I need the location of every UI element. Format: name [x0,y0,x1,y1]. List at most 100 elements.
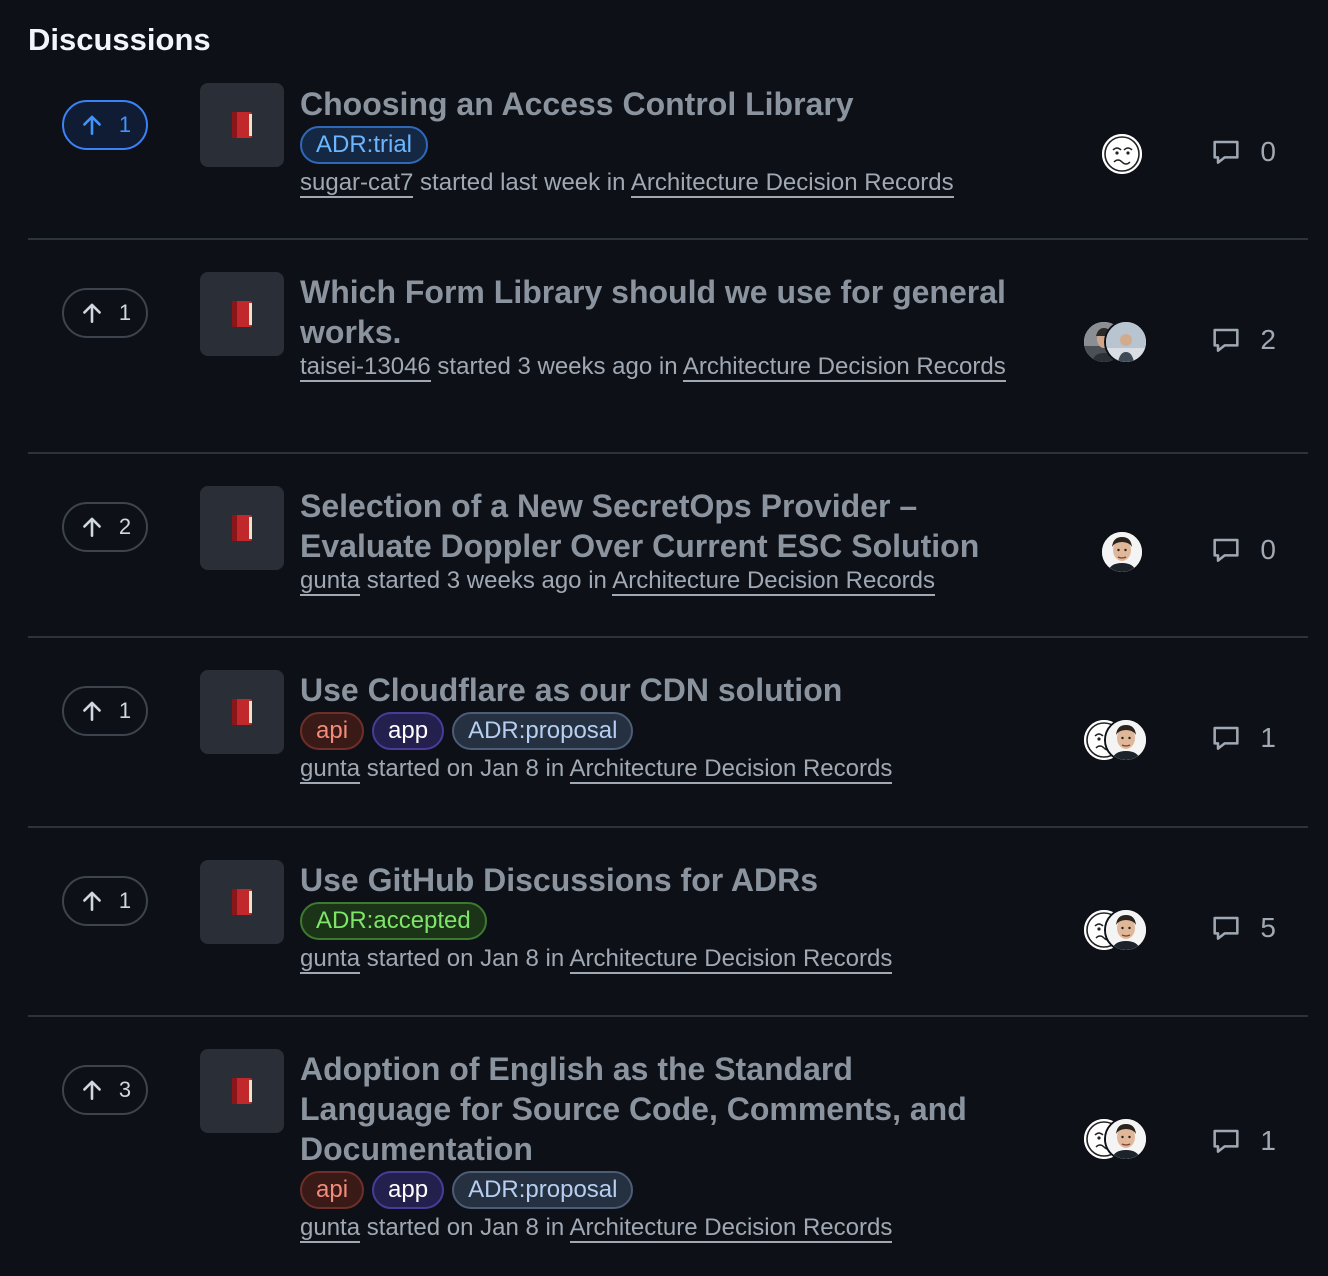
started-text: started last week in [413,169,631,196]
discussion-meta: sugar-cat7 started last week in Architec… [300,168,1010,198]
author-link[interactable]: taisei-13046 [300,353,431,382]
author-link[interactable]: gunta [300,1214,361,1243]
label-list: ADR:trial [300,126,1010,164]
category-emoji[interactable] [200,486,284,570]
started-text: started 3 weeks ago in [430,353,683,380]
label-badge[interactable]: ADR:trial [300,126,429,164]
label-list: api app ADR:proposal [300,712,1010,750]
discussion-row[interactable]: 1 Use GitHub Discussions for ADRs ADR:acce… [28,828,1308,1017]
upvote-button[interactable]: 2 [62,502,148,552]
comment-count[interactable]: 0 [1210,534,1276,566]
label-badge[interactable]: api [300,1171,365,1209]
avatar[interactable] [1100,132,1144,176]
comment-count-value: 2 [1260,324,1276,355]
discussion-row[interactable]: 3 Adoption of English as the Standard Lan… [28,1017,1308,1275]
discussion-row[interactable]: 2 Selection of a New SecretOps Provider –… [28,454,1308,638]
discussion-title[interactable]: Use GitHub Discussions for ADRs [300,860,1010,900]
comment-count[interactable]: 0 [1210,136,1276,168]
started-text: started 3 weeks ago in [360,567,613,594]
arrow-up-icon [79,1077,105,1103]
label-badge[interactable]: ADR:proposal [452,712,634,750]
book-emoji-icon [229,299,255,329]
discussion-title[interactable]: Choosing an Access Control Library [300,84,1010,124]
discussion-content: Which Form Library should we use for gen… [300,272,1010,382]
category-emoji[interactable] [200,1049,284,1133]
arrow-up-icon [79,888,105,914]
author-link[interactable]: gunta [300,567,361,596]
label-list: ADR:accepted [300,902,1010,940]
comment-count-value: 1 [1260,1125,1276,1156]
book-emoji-icon [229,1076,255,1106]
avatar[interactable] [1100,530,1144,574]
comment-count-value: 0 [1260,136,1276,167]
upvote-button[interactable]: 1 [62,686,148,736]
book-emoji-icon [229,513,255,543]
label-badge[interactable]: app [372,1171,445,1209]
discussion-row[interactable]: 1 Which Form Library should we use for ge… [28,240,1308,454]
label-list: api app ADR:proposal [300,1171,1010,1209]
upvote-button[interactable]: 1 [62,100,148,150]
discussion-title[interactable]: Which Form Library should we use for gen… [300,272,1010,352]
started-text: started on Jan 8 in [360,945,570,972]
avatar[interactable] [1104,908,1148,952]
discussion-meta: gunta started on Jan 8 in Architecture D… [300,754,1010,784]
discussion-content: Choosing an Access Control Library ADR:tr… [300,84,1010,198]
comment-count[interactable]: 1 [1210,722,1276,754]
avatar[interactable] [1104,1117,1148,1161]
discussion-title[interactable]: Selection of a New SecretOps Provider – … [300,486,1010,566]
comment-count[interactable]: 2 [1210,324,1276,356]
upvote-button[interactable]: 1 [62,876,148,926]
category-link[interactable]: Architecture Decision Records [569,1214,893,1243]
upvote-button[interactable]: 3 [62,1065,148,1115]
comment-icon [1210,534,1242,566]
comment-count-value: 0 [1260,534,1276,565]
category-emoji[interactable] [200,860,284,944]
participant-avatars [1100,132,1144,176]
label-badge[interactable]: ADR:accepted [300,902,487,940]
discussion-row[interactable]: 1 Choosing an Access Control Library ADR:t… [28,64,1308,240]
comment-count[interactable]: 5 [1210,912,1276,944]
label-badge[interactable]: app [372,712,445,750]
category-link[interactable]: Architecture Decision Records [569,755,893,784]
category-link[interactable]: Architecture Decision Records [682,353,1006,382]
discussion-list: 1 Choosing an Access Control Library ADR:t… [28,64,1308,1275]
category-link[interactable]: Architecture Decision Records [569,945,893,974]
started-text: started on Jan 8 in [360,755,570,782]
comment-count-value: 5 [1260,912,1276,943]
page-title: Discussions [28,22,211,57]
comment-icon [1210,912,1242,944]
label-badge[interactable]: api [300,712,365,750]
comment-icon [1210,324,1242,356]
comment-icon [1210,722,1242,754]
upvote-button[interactable]: 1 [62,288,148,338]
discussion-title[interactable]: Adoption of English as the Standard Lang… [300,1049,1010,1169]
discussion-content: Use Cloudflare as our CDN solution api app… [300,670,1010,784]
discussion-meta: taisei-13046 started 3 weeks ago in Arch… [300,352,1010,382]
arrow-up-icon [79,698,105,724]
discussion-title[interactable]: Use Cloudflare as our CDN solution [300,670,1010,710]
started-text: started on Jan 8 in [360,1214,570,1241]
discussion-row[interactable]: 1 Use Cloudflare as our CDN solution api ap… [28,638,1308,828]
discussion-content: Adoption of English as the Standard Lang… [300,1049,1010,1243]
vote-count: 1 [118,888,132,913]
participant-avatars [1082,1117,1148,1161]
arrow-up-icon [79,300,105,326]
discussion-content: Selection of a New SecretOps Provider – … [300,486,1010,596]
discussion-content: Use GitHub Discussions for ADRs ADR:accep… [300,860,1010,974]
comment-count[interactable]: 1 [1210,1125,1276,1157]
category-link[interactable]: Architecture Decision Records [630,169,954,198]
avatar[interactable] [1104,320,1148,364]
book-emoji-icon [229,110,255,140]
category-emoji[interactable] [200,83,284,167]
vote-count: 3 [118,1077,132,1102]
author-link[interactable]: sugar-cat7 [300,169,414,198]
category-emoji[interactable] [200,272,284,356]
author-link[interactable]: gunta [300,755,361,784]
label-badge[interactable]: ADR:proposal [452,1171,634,1209]
vote-count: 1 [118,698,132,723]
discussion-meta: gunta started on Jan 8 in Architecture D… [300,1213,1010,1243]
category-emoji[interactable] [200,670,284,754]
avatar[interactable] [1104,718,1148,762]
category-link[interactable]: Architecture Decision Records [612,567,936,596]
author-link[interactable]: gunta [300,945,361,974]
